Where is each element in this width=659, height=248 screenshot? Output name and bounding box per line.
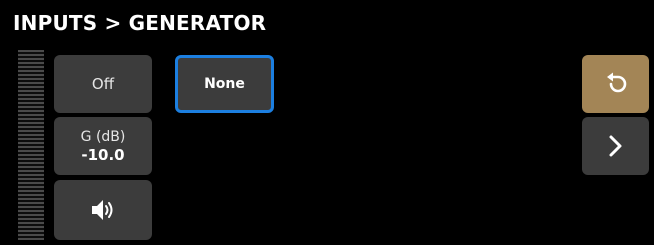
level-meter [18,50,44,240]
next-button[interactable] [582,117,649,175]
page-title: INPUTS > GENERATOR [13,11,267,35]
generator-panel: INPUTS > GENERATOR Off G (dB) -10.0 None [0,0,654,245]
undo-icon [604,71,628,97]
gain-label: G (dB) [80,128,126,145]
off-button-label: Off [91,75,115,93]
speaker-icon [90,198,116,222]
gain-button[interactable]: G (dB) -10.0 [54,117,152,175]
undo-button[interactable] [582,55,649,113]
chevron-right-icon [608,134,624,158]
gain-value: -10.0 [81,145,125,164]
source-select-button[interactable]: None [175,55,274,113]
speaker-button[interactable] [54,180,152,240]
off-button[interactable]: Off [54,55,152,113]
source-select-label: None [204,76,245,92]
